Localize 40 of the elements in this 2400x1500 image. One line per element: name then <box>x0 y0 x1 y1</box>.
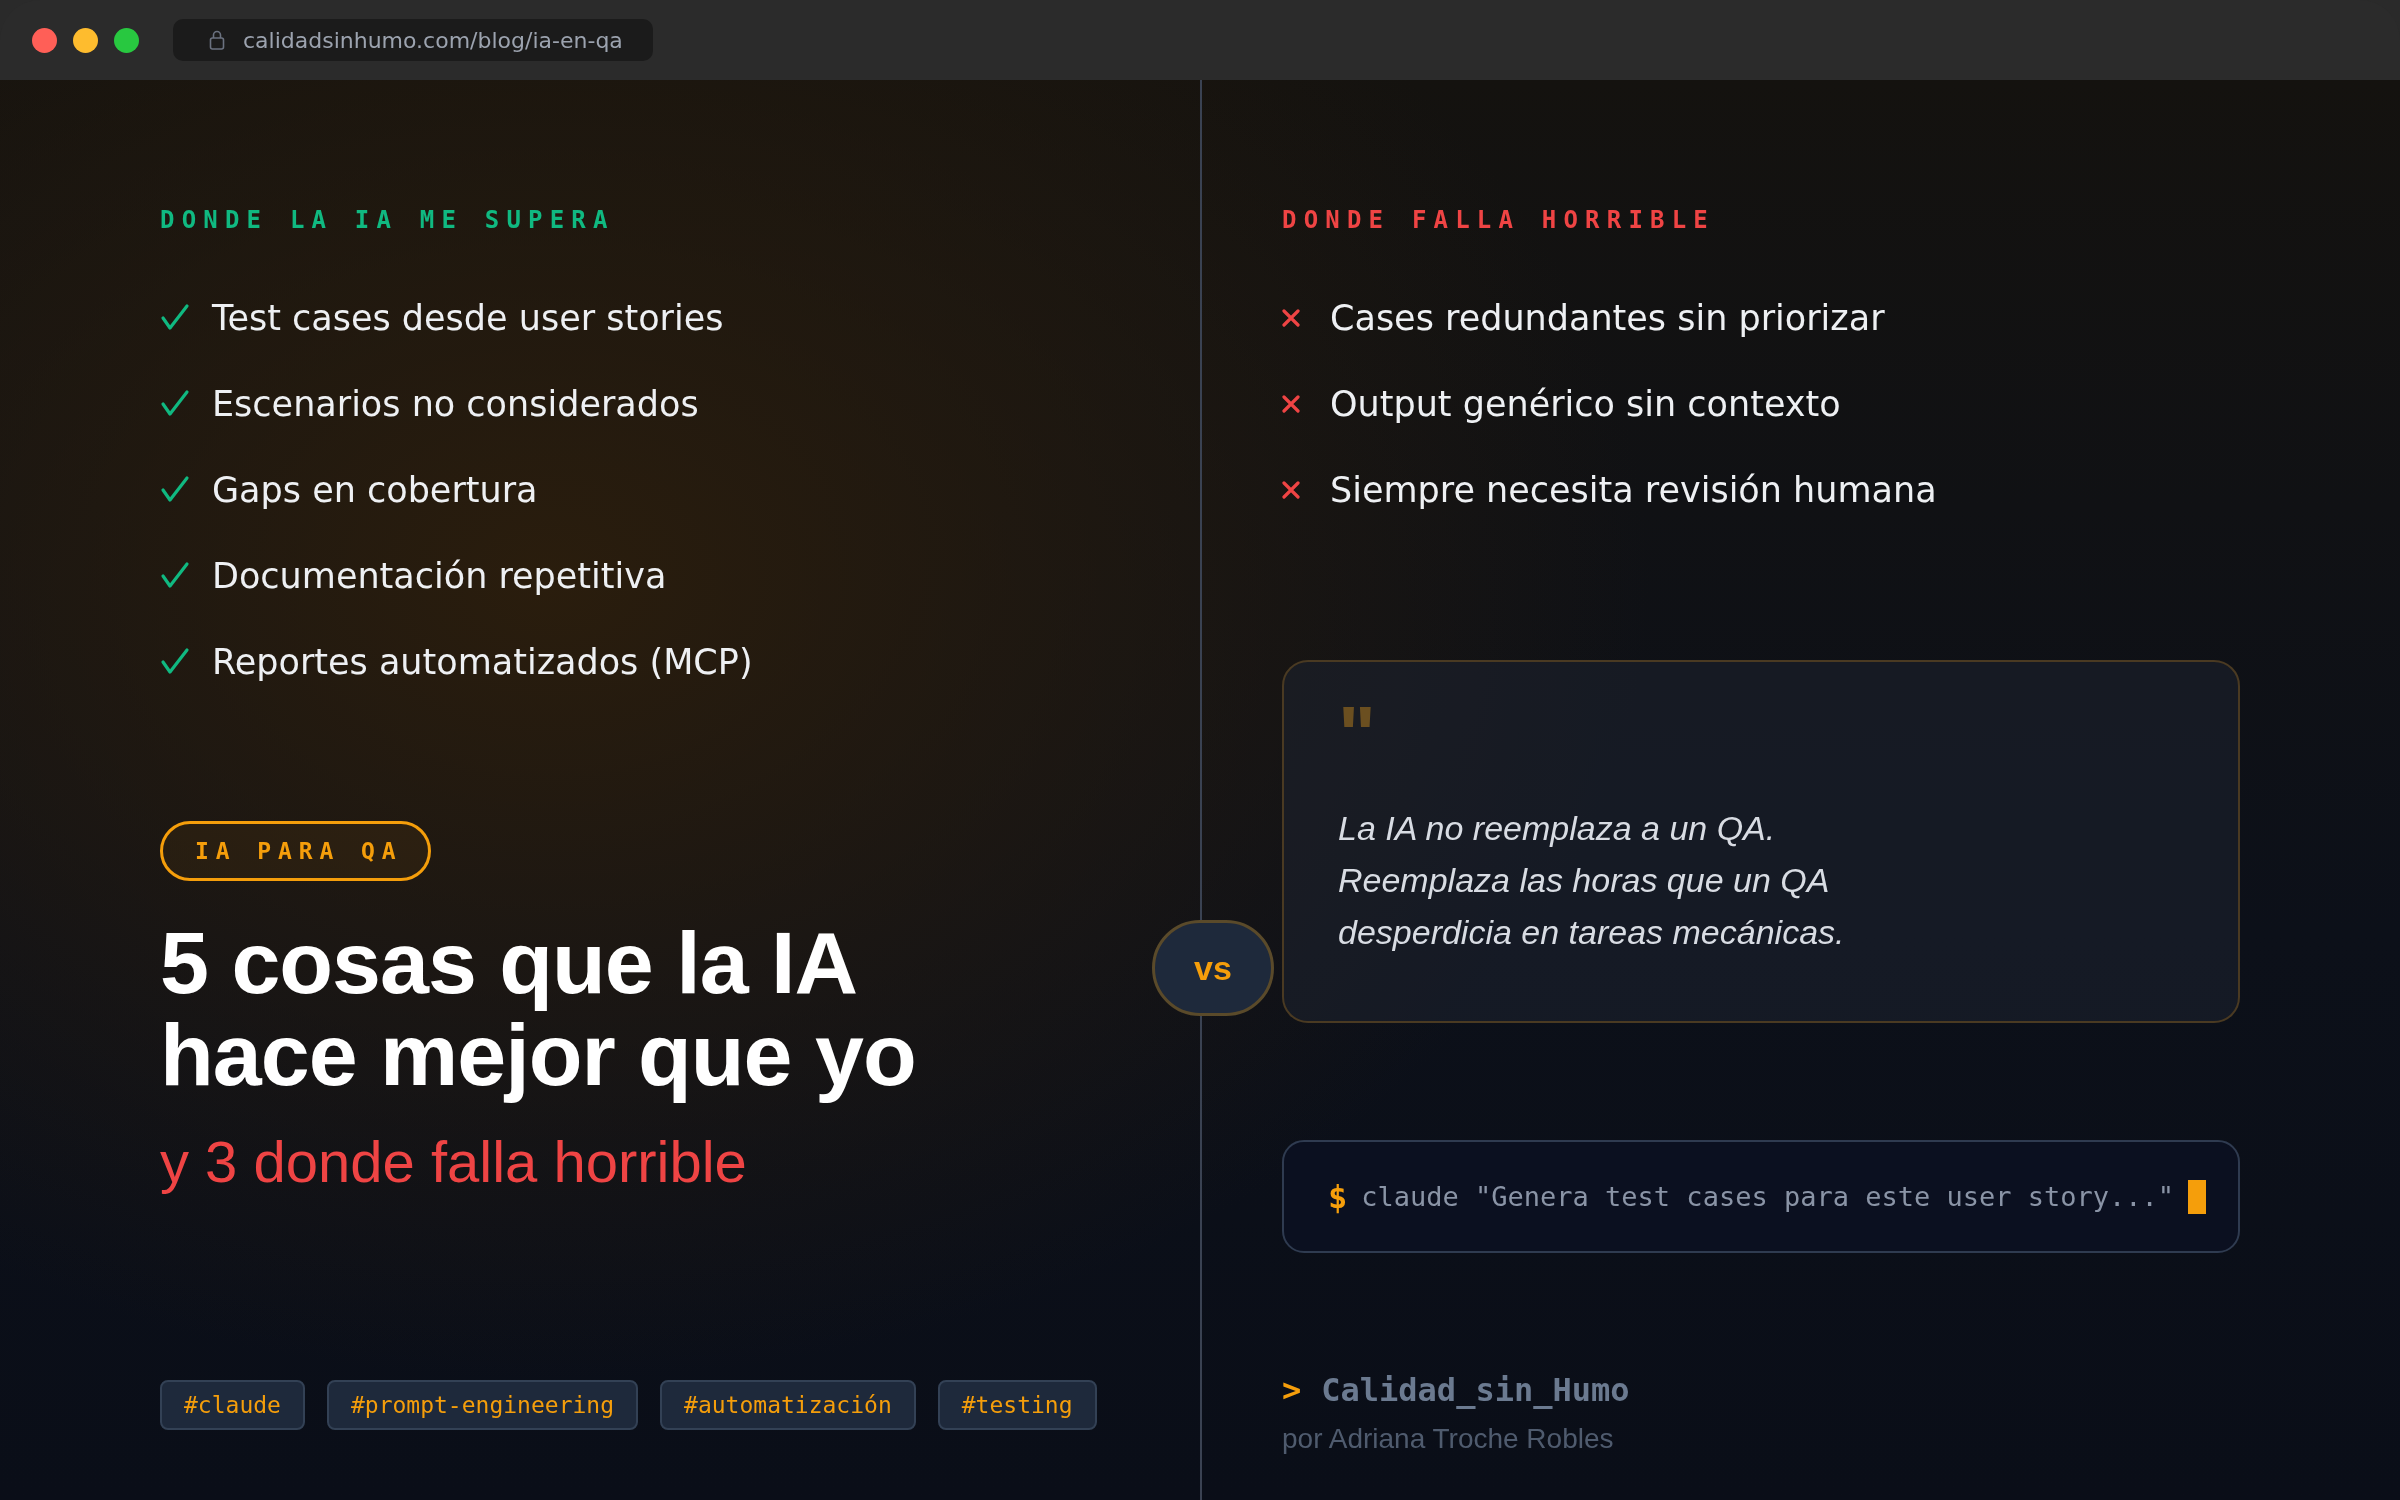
section-heading: DONDE LA IA ME SUPERA <box>160 205 616 235</box>
hashtag-link[interactable]: #prompt-engineering <box>326 1380 639 1430</box>
check-icon <box>160 647 190 677</box>
minimize-button[interactable] <box>73 27 98 53</box>
lock-icon <box>209 29 225 51</box>
headline: 5 cosas que la IA hace mejor que yo <box>160 917 917 1101</box>
prompt-symbol: > <box>1282 1371 1302 1409</box>
cross-icon <box>1282 309 1300 327</box>
close-button[interactable] <box>32 27 57 53</box>
hashtag-link[interactable]: #claude <box>160 1380 305 1430</box>
section-heading: DONDE FALLA HORRIBLE <box>1282 205 1716 235</box>
cross-icon <box>1282 395 1300 413</box>
quote-text: La IA no reemplaza a un QA. Reemplaza las horas que un QA desperdicia en tareas mecánicas. <box>1338 808 1846 953</box>
list-item-text: Escenarios no considerados <box>212 384 699 424</box>
brand-name: Calidad_sin_Humo <box>1321 1371 1630 1409</box>
category-badge: IA PARA QA <box>160 821 432 881</box>
list-item-text: Cases redundantes sin priorizar <box>1330 298 1885 338</box>
address-bar[interactable]: calidadsinhumo.com/blog/ia-en-qa <box>173 19 653 61</box>
list-item-text: Gaps en cobertura <box>212 470 538 510</box>
check-icon <box>160 561 190 591</box>
list-item-text: Reportes automatizados (MCP) <box>212 642 753 682</box>
url-text: calidadsinhumo.com/blog/ia-en-qa <box>243 27 623 53</box>
list-item-text: Siempre necesita revisión humana <box>1330 470 1937 510</box>
check-icon <box>160 303 190 333</box>
hashtag-link[interactable]: #automatización <box>660 1380 916 1430</box>
list-item-text: Test cases desde user stories <box>212 298 724 338</box>
author-line: por Adriana Troche Robles <box>1282 1423 1615 1455</box>
list-item-text: Documentación repetitiva <box>212 556 667 596</box>
hashtag-link[interactable]: #testing <box>937 1380 1097 1430</box>
check-icon <box>160 389 190 419</box>
cross-icon <box>1282 481 1300 499</box>
list-item-text: Output genérico sin contexto <box>1330 384 1841 424</box>
quote-mark: " <box>1338 700 1377 770</box>
check-icon <box>160 475 190 505</box>
versus-badge: vs <box>1152 920 1274 1016</box>
maximize-button[interactable] <box>114 27 139 53</box>
subtitle: y 3 donde falla horrible <box>160 1128 747 1196</box>
command-text: claude "Genera test cases para este user story..." <box>1361 1181 2175 1212</box>
text-cursor <box>2188 1179 2207 1214</box>
prompt-symbol: $ <box>1328 1177 1348 1216</box>
